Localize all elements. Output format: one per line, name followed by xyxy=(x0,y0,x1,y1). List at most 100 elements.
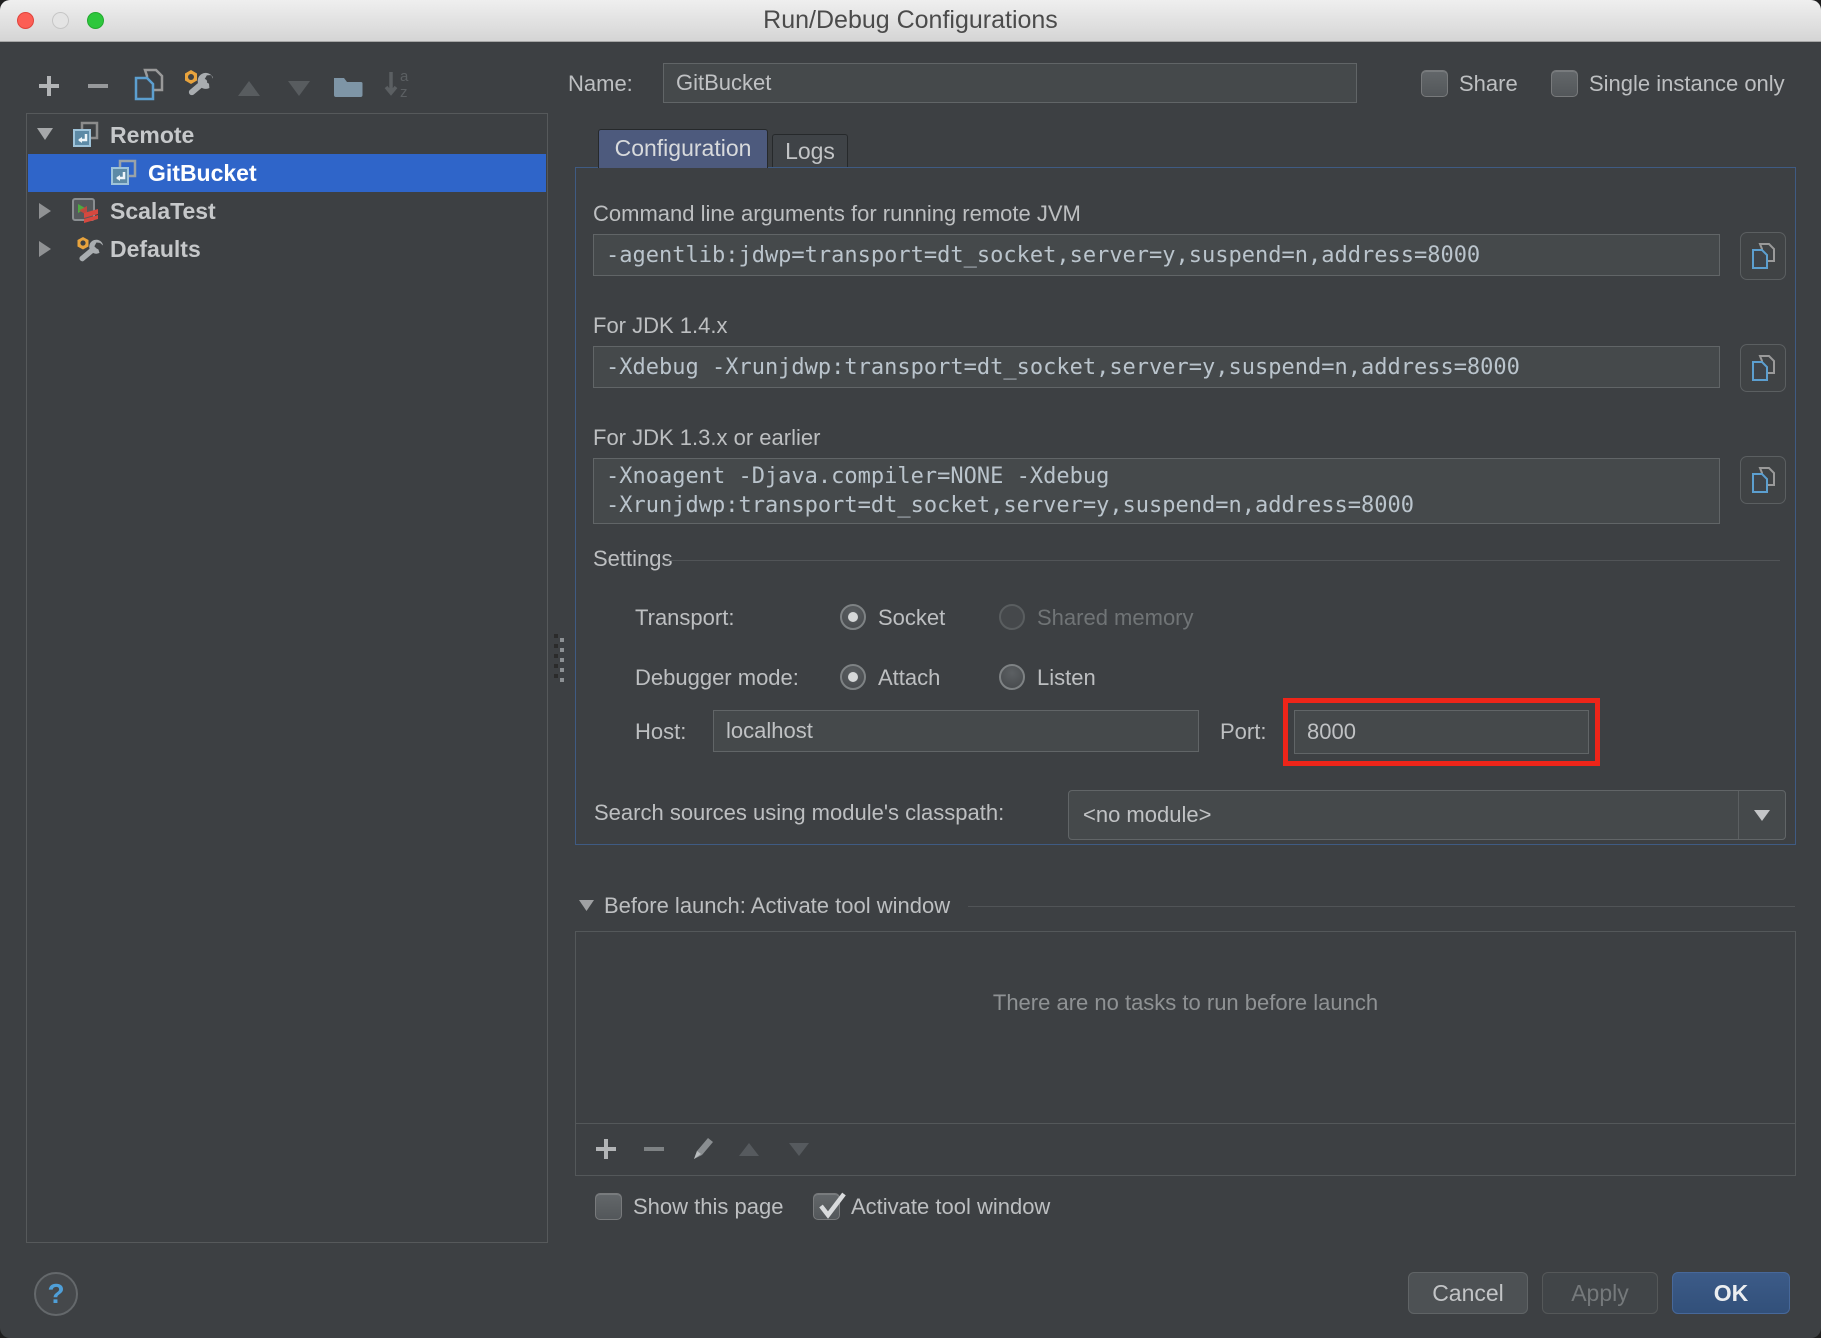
module-classpath-value: <no module> xyxy=(1069,802,1738,828)
title-bar: Run/Debug Configurations xyxy=(0,0,1821,42)
settings-section-label: Settings xyxy=(593,546,673,572)
jdk13-label: For JDK 1.3.x or earlier xyxy=(593,425,820,451)
create-folder-button[interactable] xyxy=(332,70,364,102)
activate-tool-window-checkbox[interactable] xyxy=(813,1193,840,1220)
remote-config-icon xyxy=(110,159,138,187)
tree-item-defaults[interactable]: Defaults xyxy=(28,230,546,268)
host-label: Host: xyxy=(635,719,686,745)
tree-item-scalatest[interactable]: ScalaTest xyxy=(28,192,546,230)
show-this-page-checkbox[interactable] xyxy=(595,1193,622,1220)
transport-shared-memory-radio[interactable] xyxy=(999,604,1025,630)
configurations-tree: Remote GitBucket ScalaTest xyxy=(26,113,548,1243)
folder-icon xyxy=(333,74,363,98)
sort-alphabetically-icon: a z xyxy=(382,68,414,100)
no-tasks-message: There are no tasks to run before launch xyxy=(575,990,1796,1016)
remove-configuration-button[interactable] xyxy=(82,70,114,102)
ok-button[interactable]: OK xyxy=(1672,1272,1790,1314)
port-highlight-annotation xyxy=(1283,698,1600,766)
chevron-right-icon[interactable] xyxy=(38,202,56,220)
debugger-mode-label: Debugger mode: xyxy=(635,665,799,691)
tree-item-label: Defaults xyxy=(110,236,201,263)
single-instance-checkbox[interactable] xyxy=(1551,70,1578,97)
minimize-window-button[interactable] xyxy=(52,12,69,29)
window-title: Run/Debug Configurations xyxy=(0,0,1821,41)
share-checkbox[interactable] xyxy=(1421,70,1448,97)
tree-item-label: Remote xyxy=(110,122,194,149)
combobox-dropdown-button[interactable] xyxy=(1738,791,1785,839)
zoom-window-button[interactable] xyxy=(87,12,104,29)
remove-icon xyxy=(642,1137,666,1161)
jdk14-input[interactable]: -Xdebug -Xrunjdwp:transport=dt_socket,se… xyxy=(593,346,1720,388)
tree-item-gitbucket[interactable]: GitBucket xyxy=(28,154,546,192)
close-window-button[interactable] xyxy=(17,12,34,29)
settings-separator xyxy=(668,560,1780,561)
ok-button-label: OK xyxy=(1714,1280,1749,1307)
transport-shared-memory-label: Shared memory xyxy=(1037,605,1194,631)
collapse-section-icon[interactable] xyxy=(578,899,595,912)
checkmark-icon xyxy=(815,1184,849,1222)
activate-tool-window-label: Activate tool window xyxy=(851,1194,1050,1220)
add-configuration-button[interactable] xyxy=(33,70,65,102)
tab-logs[interactable]: Logs xyxy=(772,134,848,168)
splitter-handle[interactable] xyxy=(554,634,558,638)
jdk13-input[interactable]: -Xnoagent -Djava.compiler=NONE -Xdebug -… xyxy=(593,458,1720,524)
remove-task-button[interactable] xyxy=(640,1135,668,1163)
run-debug-configurations-dialog: Run/Debug Configurations xyxy=(0,0,1821,1338)
command-line-label: Command line arguments for running remot… xyxy=(593,201,1081,227)
chevron-right-icon[interactable] xyxy=(38,240,56,258)
apply-button[interactable]: Apply xyxy=(1542,1272,1658,1314)
jdk14-value: -Xdebug -Xrunjdwp:transport=dt_socket,se… xyxy=(606,355,1520,380)
move-task-down-button[interactable] xyxy=(786,1140,812,1158)
port-label: Port: xyxy=(1220,719,1266,745)
move-up-button[interactable] xyxy=(233,72,265,104)
move-down-icon xyxy=(287,80,311,97)
edit-icon xyxy=(690,1134,716,1162)
copy-icon xyxy=(132,67,164,101)
name-input[interactable]: GitBucket xyxy=(663,63,1357,103)
transport-socket-label: Socket xyxy=(878,605,945,631)
edit-task-button[interactable] xyxy=(688,1133,718,1163)
edit-defaults-button[interactable] xyxy=(181,68,213,100)
debugger-mode-attach-radio[interactable] xyxy=(840,664,866,690)
show-this-page-label: Show this page xyxy=(633,1194,783,1220)
tree-item-label: GitBucket xyxy=(148,160,257,187)
sort-configurations-button[interactable]: a z xyxy=(382,68,414,100)
module-classpath-combobox[interactable]: <no module> xyxy=(1068,790,1786,840)
before-launch-header[interactable]: Before launch: Activate tool window xyxy=(604,893,950,919)
move-up-icon xyxy=(237,80,261,97)
copy-configuration-button[interactable] xyxy=(132,68,164,100)
chevron-down-icon[interactable] xyxy=(36,127,54,145)
move-down-button[interactable] xyxy=(283,72,315,104)
tab-configuration[interactable]: Configuration xyxy=(598,129,768,168)
jdk13-value-line1: -Xnoagent -Djava.compiler=NONE -Xdebug xyxy=(606,462,1109,491)
defaults-icon xyxy=(74,236,104,264)
move-task-up-button[interactable] xyxy=(736,1140,762,1158)
help-button[interactable]: ? xyxy=(34,1272,78,1316)
host-value: localhost xyxy=(726,718,813,744)
cancel-button-label: Cancel xyxy=(1432,1280,1504,1307)
command-line-input[interactable]: -agentlib:jdwp=transport=dt_socket,serve… xyxy=(593,234,1720,276)
copy-jdk14-button[interactable] xyxy=(1740,344,1786,392)
cancel-button[interactable]: Cancel xyxy=(1408,1272,1528,1314)
name-label: Name: xyxy=(568,71,633,97)
chevron-down-icon xyxy=(1753,809,1771,822)
remote-config-icon xyxy=(72,121,100,149)
tree-item-remote[interactable]: Remote xyxy=(28,116,546,154)
share-label: Share xyxy=(1459,71,1518,97)
transport-socket-radio[interactable] xyxy=(840,604,866,630)
jdk14-label: For JDK 1.4.x xyxy=(593,313,727,339)
host-input[interactable]: localhost xyxy=(713,710,1199,752)
tab-label: Configuration xyxy=(615,135,752,161)
add-icon xyxy=(36,73,62,99)
edit-defaults-icon xyxy=(181,68,213,100)
copy-icon xyxy=(1750,466,1776,494)
copy-jdk13-button[interactable] xyxy=(1740,456,1786,504)
debugger-mode-listen-radio[interactable] xyxy=(999,664,1025,690)
add-task-button[interactable] xyxy=(592,1135,620,1163)
single-instance-label: Single instance only xyxy=(1589,71,1785,97)
svg-text:z: z xyxy=(400,84,408,100)
remove-icon xyxy=(85,73,111,99)
copy-command-line-button[interactable] xyxy=(1740,232,1786,280)
tree-item-label: ScalaTest xyxy=(110,198,216,225)
help-icon: ? xyxy=(47,1278,64,1310)
